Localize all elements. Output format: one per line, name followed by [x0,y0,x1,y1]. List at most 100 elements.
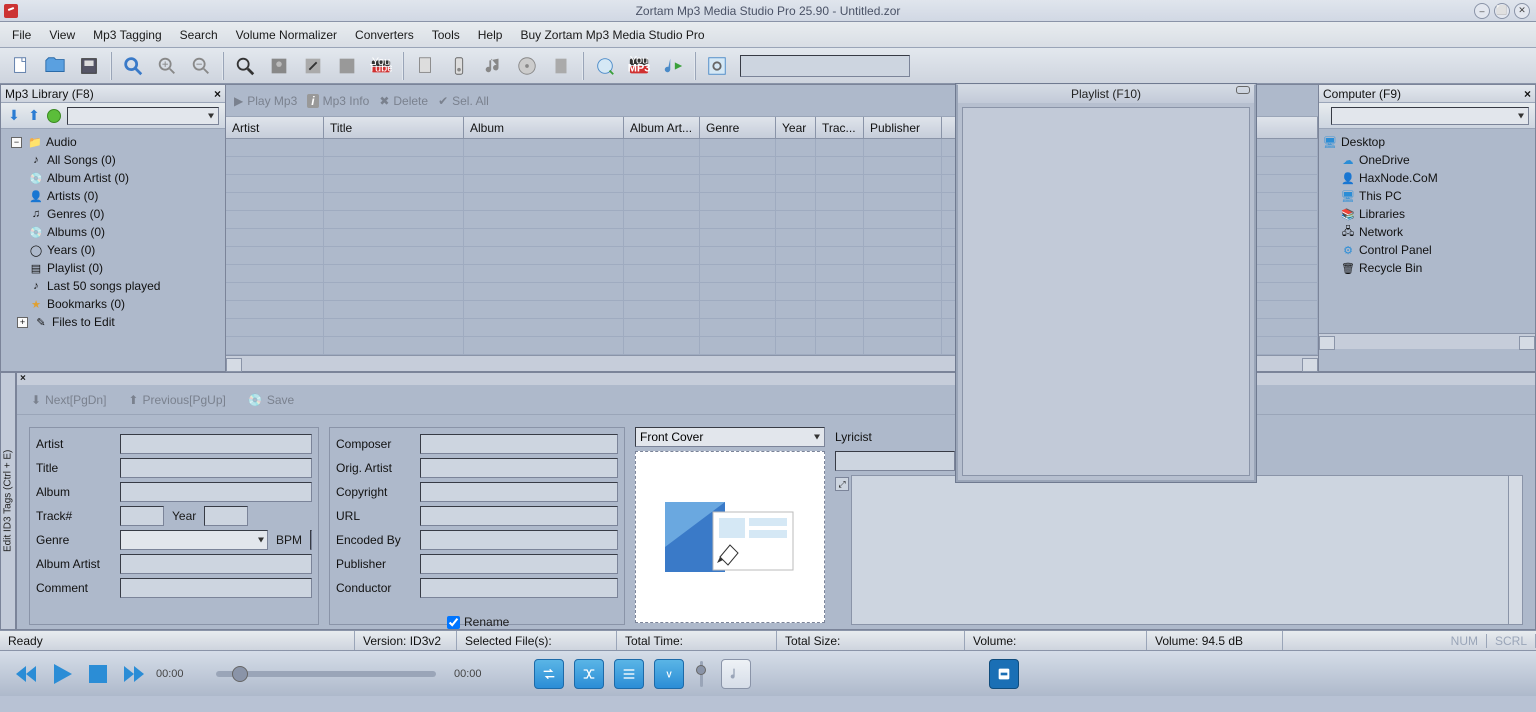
toolbar-search-input[interactable] [740,55,910,77]
computer-controlpanel[interactable]: ⚙Control Panel [1319,241,1535,259]
play-mp3-button[interactable]: ▶Play Mp3 [234,94,297,108]
collapse-icon[interactable]: − [11,137,22,148]
sort-up-icon[interactable]: ⬆ [27,109,41,123]
player-next-button[interactable] [120,660,148,688]
player-prev-button[interactable] [12,660,40,688]
expand-lyrics-button[interactable]: ⤢ [835,477,849,491]
tree-files-to-edit[interactable]: +✎Files to Edit [1,313,225,331]
expand-icon[interactable]: + [17,317,28,328]
mp3-info-button[interactable]: iMp3 Info [307,94,369,108]
tree-years[interactable]: ◯Years (0) [1,241,225,259]
refresh-icon[interactable] [47,109,61,123]
youtube-mp3-button[interactable]: YouMP3 [624,51,654,81]
lyrics-textarea[interactable] [851,475,1523,625]
input-copyright[interactable] [420,482,618,502]
tree-all-songs[interactable]: ♪All Songs (0) [1,151,225,169]
ipod-button[interactable] [444,51,474,81]
input-origartist[interactable] [420,458,618,478]
burn-cd-button[interactable] [590,51,620,81]
zoom-in-button[interactable] [152,51,182,81]
tree-last50[interactable]: ♪Last 50 songs played [1,277,225,295]
col-title[interactable]: Title [324,117,464,138]
player-volume-slider[interactable] [700,661,703,687]
cd-button[interactable] [512,51,542,81]
cover-drop-area[interactable] [635,451,825,623]
sort-down-icon[interactable]: ⬇ [7,109,21,123]
rename-checkbox[interactable] [447,616,460,629]
tree-root-audio[interactable]: − 📁 Audio [1,133,225,151]
computer-path-dropdown[interactable] [1331,107,1529,125]
menu-help[interactable]: Help [478,28,503,42]
input-url[interactable] [420,506,618,526]
music-play-button[interactable] [658,51,688,81]
input-lyricist[interactable] [835,451,955,471]
lyrics-vscrollbar[interactable] [1508,476,1522,624]
cover-art-button[interactable] [264,51,294,81]
editor-save-button[interactable]: 💿Save [248,393,294,407]
tree-genres[interactable]: ♫Genres (0) [1,205,225,223]
search-library-button[interactable] [118,51,148,81]
add-file-button[interactable] [410,51,440,81]
col-publisher[interactable]: Publisher [864,117,942,138]
computer-network[interactable]: 🖧Network [1319,223,1535,241]
editor-close-button[interactable]: × [17,373,29,385]
new-file-button[interactable] [6,51,36,81]
player-note-button[interactable] [721,659,751,689]
computer-desktop[interactable]: 🖥Desktop [1319,133,1535,151]
menu-search[interactable]: Search [180,28,218,42]
library-close-button[interactable]: × [214,87,221,101]
input-albumartist[interactable] [120,554,312,574]
col-artist[interactable]: Artist [226,117,324,138]
input-album[interactable] [120,482,312,502]
delete-button[interactable]: ✖Delete [379,94,428,108]
col-album[interactable]: Album [464,117,624,138]
editor-tab[interactable]: Edit ID3 Tags (Ctrl + E) [0,372,16,630]
edit-tags-button[interactable] [298,51,328,81]
input-publisher[interactable] [420,554,618,574]
input-bpm[interactable] [310,530,312,550]
playlist-minimize-button[interactable] [1236,86,1250,94]
close-button[interactable]: ✕ [1514,3,1530,19]
select-all-button[interactable]: ✔Sel. All [438,94,489,108]
player-playlist-button[interactable] [614,659,644,689]
youtube-button[interactable]: YouTube [366,51,396,81]
input-composer[interactable] [420,434,618,454]
computer-recyclebin[interactable]: 🗑Recycle Bin [1319,259,1535,277]
menu-file[interactable]: File [12,28,31,42]
open-folder-button[interactable] [40,51,70,81]
input-year[interactable] [204,506,248,526]
menu-mp3tagging[interactable]: Mp3 Tagging [93,28,162,42]
player-shuffle-button[interactable] [574,659,604,689]
col-track[interactable]: Trac... [816,117,864,138]
save-button[interactable] [74,51,104,81]
player-external-button[interactable] [989,659,1019,689]
computer-onedrive[interactable]: ☁OneDrive [1319,151,1535,169]
player-stop-button[interactable] [84,660,112,688]
col-albumart[interactable]: Album Art... [624,117,700,138]
zoom-out-button[interactable] [186,51,216,81]
menu-volume-normalizer[interactable]: Volume Normalizer [236,28,337,42]
player-video-button[interactable]: V [654,659,684,689]
player-seek-slider[interactable] [216,671,436,677]
minimize-button[interactable]: – [1474,3,1490,19]
combo-genre[interactable] [120,530,268,550]
tree-albums[interactable]: 💿Albums (0) [1,223,225,241]
tree-bookmarks[interactable]: ★Bookmarks (0) [1,295,225,313]
settings-button[interactable] [702,51,732,81]
menu-view[interactable]: View [49,28,75,42]
menu-buy[interactable]: Buy Zortam Mp3 Media Studio Pro [520,28,704,42]
input-title[interactable] [120,458,312,478]
menu-tools[interactable]: Tools [432,28,460,42]
col-year[interactable]: Year [776,117,816,138]
menu-converters[interactable]: Converters [355,28,414,42]
input-encodedby[interactable] [420,530,618,550]
input-conductor[interactable] [420,578,618,598]
library-tree[interactable]: − 📁 Audio ♪All Songs (0) 💿Album Artist (… [1,129,225,353]
normalize-button[interactable] [332,51,362,81]
player-play-button[interactable] [48,660,76,688]
cover-type-dropdown[interactable]: Front Cover [635,427,825,447]
player-repeat-button[interactable] [534,659,564,689]
computer-tree[interactable]: 🖥Desktop ☁OneDrive 👤HaxNode.CoM 🖥This PC… [1319,129,1535,333]
playlist-panel[interactable]: Playlist (F10) [956,84,1256,482]
maximize-button[interactable]: ⬜ [1494,3,1510,19]
